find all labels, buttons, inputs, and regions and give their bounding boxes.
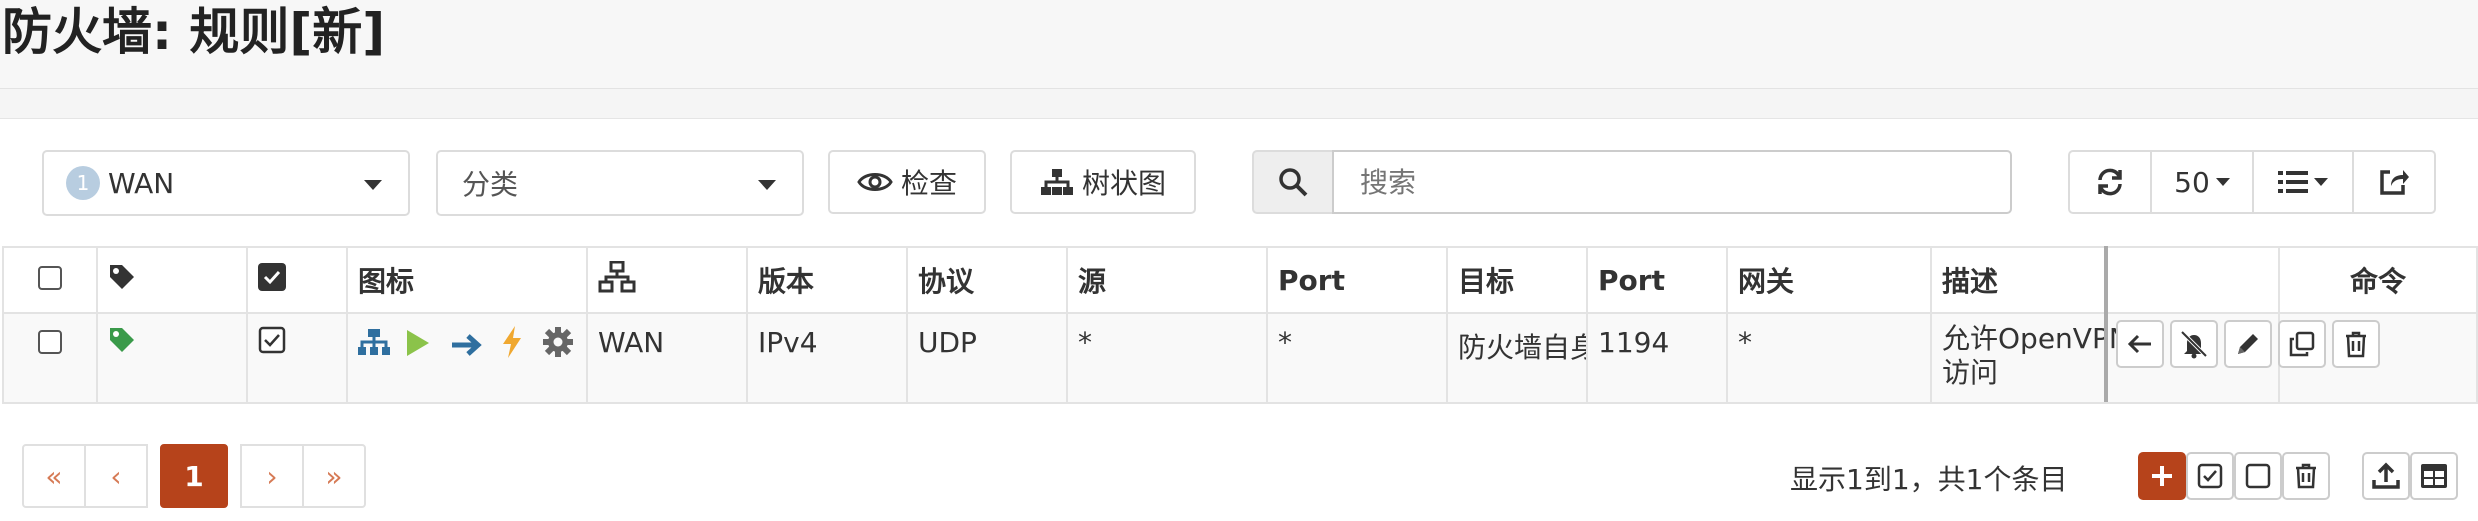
trash-icon	[2294, 463, 2318, 489]
row-destination: 防火墙自身	[1446, 312, 1588, 404]
delete-button[interactable]	[2332, 320, 2380, 368]
row-source-port: *	[1266, 312, 1448, 404]
chevron-down-icon	[364, 180, 382, 190]
destination-header[interactable]: 目标	[1446, 246, 1588, 314]
interface-header[interactable]	[586, 246, 748, 314]
tree-view-button-label: 树状图	[1081, 167, 1166, 200]
category-select[interactable]: 分类	[436, 150, 804, 216]
category-select-placeholder: 分类	[462, 168, 519, 201]
pencil-icon	[2234, 330, 2262, 358]
pagination-page-1[interactable]: 1	[160, 444, 228, 508]
chevron-down-icon	[2314, 178, 2328, 186]
icons-header[interactable]: 图标	[346, 246, 588, 314]
row-select-cell	[2, 312, 98, 404]
check-square-icon	[258, 262, 286, 291]
select-all-header	[2, 246, 98, 314]
sitemap-icon	[1040, 168, 1074, 196]
upload-icon	[2372, 462, 2400, 490]
row-enabled-cell	[246, 312, 348, 404]
disable-selected-button[interactable]	[2234, 452, 2282, 500]
search-icon	[1278, 167, 1308, 197]
dest-port-header[interactable]: Port	[1586, 246, 1728, 314]
select-all-checkbox[interactable]	[38, 265, 62, 290]
row-source: *	[1066, 312, 1268, 404]
arrow-left-icon	[2127, 333, 2153, 355]
plus-icon	[2149, 463, 2175, 489]
tag-header	[96, 246, 248, 314]
row-interface: WAN	[586, 312, 748, 404]
gear-icon	[542, 326, 574, 358]
table-icon	[2420, 463, 2448, 489]
check-square-icon	[2197, 463, 2223, 489]
row-enabled-toggle[interactable]	[258, 326, 286, 354]
search-button[interactable]	[1252, 150, 1334, 214]
pagination-next[interactable]: ›	[240, 444, 304, 508]
source-header[interactable]: 源	[1066, 246, 1268, 314]
enable-selected-button[interactable]	[2186, 452, 2234, 500]
copy-icon	[2288, 330, 2316, 358]
row-tag-cell	[96, 312, 248, 404]
tag-icon	[108, 263, 136, 291]
toggle-log-button[interactable]	[2170, 320, 2218, 368]
play-icon	[405, 328, 431, 358]
edit-button[interactable]	[2224, 320, 2272, 368]
columns-dropdown[interactable]	[2252, 150, 2354, 214]
import-export-button[interactable]	[2362, 452, 2410, 500]
row-gateway: *	[1726, 312, 1932, 404]
bolt-icon	[501, 326, 523, 358]
add-rule-button[interactable]	[2138, 452, 2186, 500]
version-header[interactable]: 版本	[746, 246, 908, 314]
gateway-header[interactable]: 网关	[1726, 246, 1932, 314]
pagination-first[interactable]: «	[22, 444, 86, 508]
table-view-button[interactable]	[2410, 452, 2458, 500]
refresh-icon	[2095, 167, 2125, 197]
refresh-button[interactable]	[2068, 150, 2152, 214]
pagination-summary: 显示1到1，共1个条目	[1790, 463, 2068, 496]
trash-icon	[2343, 330, 2369, 358]
interface-count-badge: 1	[66, 166, 100, 200]
chevron-down-icon	[2215, 178, 2230, 186]
eye-icon	[857, 170, 893, 194]
page-size-value: 50	[2174, 165, 2210, 199]
square-icon	[2245, 463, 2271, 489]
export-button[interactable]	[2352, 150, 2436, 214]
interface-select[interactable]: 1 WAN	[42, 150, 410, 216]
row-version: IPv4	[746, 312, 908, 404]
inspect-button[interactable]: 检查	[828, 150, 986, 214]
interface-select-value: WAN	[108, 166, 175, 200]
page-header: 防火墙: 规则[新]	[0, 0, 2478, 89]
inspect-button-label: 检查	[900, 167, 957, 200]
protocol-header[interactable]: 协议	[906, 246, 1068, 314]
commands-header: 命令	[2278, 246, 2478, 314]
row-select-checkbox[interactable]	[38, 330, 62, 354]
pagination-last[interactable]: »	[302, 444, 366, 508]
network-icon	[358, 328, 390, 358]
share-icon	[2378, 167, 2410, 197]
move-before-button[interactable]	[2116, 320, 2164, 368]
commands-column-divider	[2104, 246, 2108, 402]
bell-slash-icon	[2179, 329, 2209, 359]
tag-icon	[108, 326, 136, 354]
row-dest-port: 1194	[1586, 312, 1728, 404]
pagination-prev[interactable]: ‹	[84, 444, 148, 508]
enabled-header	[246, 246, 348, 314]
row-icons-cell	[346, 312, 588, 404]
row-protocol: UDP	[906, 312, 1068, 404]
tree-view-button[interactable]: 树状图	[1010, 150, 1196, 214]
page-title: 防火墙: 规则[新]	[2, 3, 386, 61]
list-icon	[2278, 170, 2308, 194]
page-size-dropdown[interactable]: 50	[2150, 150, 2254, 214]
search-input[interactable]	[1332, 150, 2012, 214]
arrow-right-icon	[450, 332, 482, 358]
delete-selected-button[interactable]	[2282, 452, 2330, 500]
chevron-down-icon	[758, 180, 776, 190]
source-port-header[interactable]: Port	[1266, 246, 1448, 314]
network-icon	[598, 260, 636, 293]
clone-button[interactable]	[2278, 320, 2326, 368]
